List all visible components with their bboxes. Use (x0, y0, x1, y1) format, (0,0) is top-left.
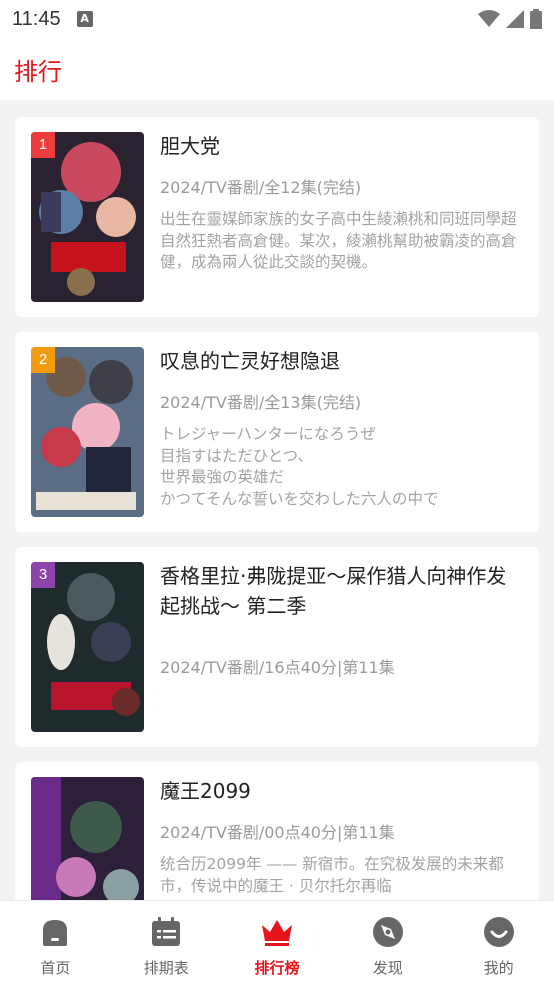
ranking-card[interactable]: 魔王2099 2024/TV番剧/00点40分|第11集 统合历2099年 ——… (15, 762, 539, 900)
status-bar: 11:45 A (0, 0, 554, 38)
anime-poster[interactable]: 3 (31, 562, 144, 732)
nav-ranking[interactable]: 排行榜 (222, 901, 333, 984)
anime-meta: 2024/TV番剧/全12集(完结) (160, 178, 362, 197)
anime-description: 统合历2099年 —— 新宿市。在究极发展的未来都市，传说中的魔王 · 贝尔托尔… (160, 855, 504, 895)
ranking-list[interactable]: 1 胆大党 2024/TV番剧/全12集(完结) 出生在靈媒師家族的女子高中生綾… (0, 100, 554, 900)
anime-meta: 2024/TV番剧/全13集(完结) (160, 393, 362, 412)
anime-description: トレジャーハンターになろうぜ 目指すはただひとつ、 世界最強の英雄だ かつてそん… (160, 425, 439, 508)
anime-poster[interactable] (31, 777, 144, 900)
card-info: 香格里拉·弗陇提亚～屎作猎人向神作发起挑战～ 第二季 2024/TV番剧/16点… (160, 561, 525, 679)
status-right (478, 9, 542, 29)
nav-home[interactable]: 首页 (0, 901, 111, 984)
profile-icon (482, 915, 516, 949)
rank-badge: 3 (31, 562, 55, 588)
anime-poster[interactable]: 1 (31, 132, 144, 302)
nav-label: 排行榜 (254, 959, 300, 977)
wifi-icon (478, 10, 500, 27)
nav-label: 我的 (483, 959, 514, 977)
page-title: 排行 (14, 57, 62, 86)
notification-icon: A (76, 11, 93, 27)
rank-badge: 1 (31, 132, 55, 158)
anime-description: 出生在靈媒師家族的女子高中生綾瀨桃和同班同學超自然狂熱者高倉健。某次，綾瀨桃幫助… (160, 210, 517, 271)
app-bar: 排行 (0, 38, 554, 100)
anime-meta: 2024/TV番剧/00点40分|第11集 (160, 823, 395, 842)
ranking-card[interactable]: 3 香格里拉·弗陇提亚～屎作猎人向神作发起挑战～ 第二季 2024/TV番剧/1… (15, 547, 539, 747)
crown-icon (260, 915, 294, 949)
home-icon (38, 915, 72, 949)
discover-icon (371, 915, 405, 949)
battery-icon (530, 9, 542, 29)
anime-title[interactable]: 香格里拉·弗陇提亚～屎作猎人向神作发起挑战～ 第二季 (160, 561, 525, 621)
status-time: 11:45 (12, 7, 61, 30)
signal-icon (506, 10, 524, 28)
nav-label: 首页 (40, 959, 71, 977)
anime-meta: 2024/TV番剧/16点40分|第11集 (160, 658, 395, 677)
schedule-icon (149, 915, 183, 949)
anime-poster[interactable]: 2 (31, 347, 144, 517)
nav-label: 发现 (372, 959, 403, 977)
card-info: 叹息的亡灵好想隐退 2024/TV番剧/全13集(完结) トレジャーハンターにな… (160, 346, 525, 510)
nav-schedule[interactable]: 排期表 (111, 901, 222, 984)
anime-title[interactable]: 魔王2099 (160, 776, 525, 806)
ranking-card[interactable]: 1 胆大党 2024/TV番剧/全12集(完结) 出生在靈媒師家族的女子高中生綾… (15, 117, 539, 317)
ranking-card[interactable]: 2 叹息的亡灵好想隐退 2024/TV番剧/全13集(完结) トレジャーハンター… (15, 332, 539, 532)
nav-label: 排期表 (143, 959, 189, 977)
card-info: 魔王2099 2024/TV番剧/00点40分|第11集 统合历2099年 ——… (160, 776, 525, 897)
poster-image (31, 777, 144, 900)
rank-badge: 2 (31, 347, 55, 373)
nav-discover[interactable]: 发现 (332, 901, 443, 984)
anime-title[interactable]: 胆大党 (160, 131, 525, 161)
nav-profile[interactable]: 我的 (443, 901, 554, 984)
bottom-nav: 首页 排期表 排行榜 发现 我的 (0, 900, 554, 984)
anime-title[interactable]: 叹息的亡灵好想隐退 (160, 346, 525, 376)
card-info: 胆大党 2024/TV番剧/全12集(完结) 出生在靈媒師家族的女子高中生綾瀨桃… (160, 131, 525, 274)
